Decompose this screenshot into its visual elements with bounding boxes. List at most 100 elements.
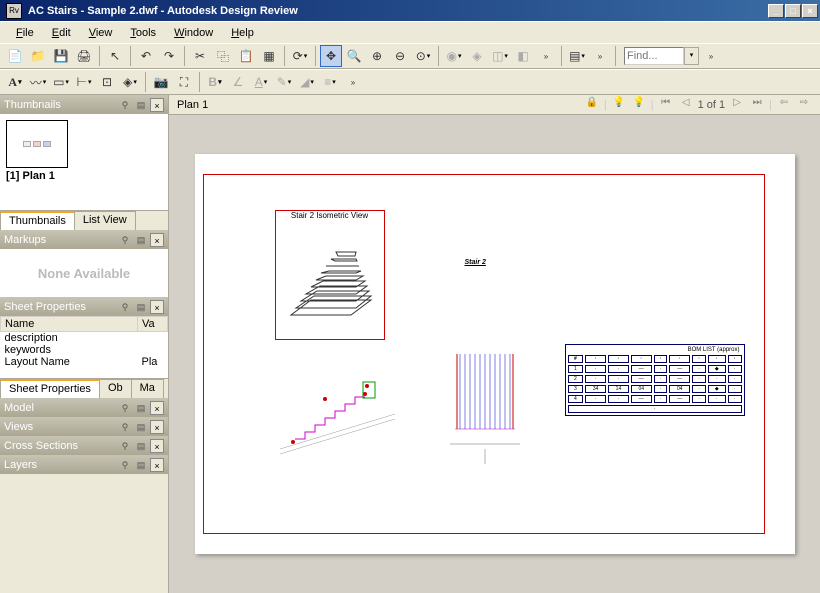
bulb2-icon[interactable]: 💡: [631, 97, 647, 113]
save-button[interactable]: 💾: [50, 45, 72, 67]
lock-icon[interactable]: 🔒: [584, 97, 600, 113]
overflow-1[interactable]: »: [535, 45, 557, 67]
menu-tools[interactable]: Tools: [122, 25, 164, 41]
find-input[interactable]: [624, 47, 684, 65]
prev-page-button[interactable]: ◁: [678, 97, 694, 113]
symbol-tool[interactable]: ◈: [119, 71, 141, 93]
undo-button[interactable]: ↶: [135, 45, 157, 67]
tab-markup[interactable]: Ma: [131, 379, 164, 398]
panel-menu-icon[interactable]: ▤: [134, 458, 148, 472]
panel-close-icon[interactable]: ×: [150, 401, 164, 415]
pan-button[interactable]: ✥: [320, 45, 342, 67]
panel-menu-icon[interactable]: ▤: [134, 98, 148, 112]
panel-close-icon[interactable]: ×: [150, 98, 164, 112]
panel-pin-icon[interactable]: ⚲: [118, 98, 132, 112]
panel-pin-icon[interactable]: ⚲: [118, 401, 132, 415]
panel-pin-icon[interactable]: ⚲: [118, 233, 132, 247]
select-button[interactable]: ↖: [104, 45, 126, 67]
model-header[interactable]: Model ⚲ ▤ ×: [0, 398, 168, 417]
fill-color-button[interactable]: ◢: [296, 71, 318, 93]
shape-tool[interactable]: ▭: [50, 71, 72, 93]
copy-button[interactable]: ⿻: [212, 45, 234, 67]
bold-button[interactable]: B: [204, 71, 226, 93]
drawing-canvas[interactable]: Stair 2 Isometric View: [169, 115, 820, 593]
3d-button[interactable]: ◈: [466, 45, 488, 67]
open-button[interactable]: 📁: [27, 45, 49, 67]
sheet-props-header: Sheet Properties ⚲ ▤ ×: [0, 297, 168, 316]
sheet-props-body: NameVa description keywords Layout NameP…: [0, 316, 168, 378]
cut-button[interactable]: ✂: [189, 45, 211, 67]
view-button[interactable]: ◫: [489, 45, 511, 67]
col-value[interactable]: Va: [138, 317, 168, 332]
tab-sheet-properties[interactable]: Sheet Properties: [0, 379, 100, 398]
grid-button[interactable]: ▦: [258, 45, 280, 67]
panel-menu-icon[interactable]: ▤: [134, 300, 148, 314]
maximize-button[interactable]: □: [785, 4, 801, 18]
panel-menu-icon[interactable]: ▤: [134, 420, 148, 434]
font-color-button[interactable]: A: [250, 71, 272, 93]
zoom-in-button[interactable]: ⊕: [366, 45, 388, 67]
orbit-button[interactable]: ◉: [443, 45, 465, 67]
panel-menu-icon[interactable]: ▤: [134, 401, 148, 415]
overflow-4[interactable]: »: [342, 71, 364, 93]
first-page-button[interactable]: ⏮: [658, 97, 674, 113]
lineweight-button[interactable]: ≡: [319, 71, 341, 93]
toolbar-2: A 〰 ▭ ⊢ ⊡ ◈ 📷 ⛶ B ∠ A ✎ ◢ ≡ »: [0, 69, 820, 95]
palette-button[interactable]: ▤: [566, 45, 588, 67]
zoom-window-button[interactable]: 🔍: [343, 45, 365, 67]
find-dropdown[interactable]: ▾: [684, 47, 699, 65]
forward-button[interactable]: ⇨: [796, 97, 812, 113]
zoom-out-button[interactable]: ⊖: [389, 45, 411, 67]
views-header[interactable]: Views ⚲ ▤ ×: [0, 417, 168, 436]
last-page-button[interactable]: ⏭: [749, 97, 765, 113]
new-button[interactable]: 📄: [4, 45, 26, 67]
panel-pin-icon[interactable]: ⚲: [118, 420, 132, 434]
dimension-tool[interactable]: ⊢: [73, 71, 95, 93]
print-button[interactable]: 🖨: [73, 45, 95, 67]
panel-pin-icon[interactable]: ⚲: [118, 439, 132, 453]
menu-edit[interactable]: Edit: [44, 25, 79, 41]
panel-close-icon[interactable]: ×: [150, 420, 164, 434]
panel-close-icon[interactable]: ×: [150, 300, 164, 314]
freehand-tool[interactable]: 〰: [27, 71, 49, 93]
redo-button[interactable]: ↷: [158, 45, 180, 67]
panel-menu-icon[interactable]: ▤: [134, 439, 148, 453]
panel-close-icon[interactable]: ×: [150, 439, 164, 453]
zoom-extents-button[interactable]: ⊙: [412, 45, 434, 67]
snapshot-tool[interactable]: 📷: [150, 71, 172, 93]
next-page-button[interactable]: ▷: [729, 97, 745, 113]
tab-thumbnails[interactable]: Thumbnails: [0, 211, 75, 230]
refresh-button[interactable]: ⟳: [289, 45, 311, 67]
close-button[interactable]: ×: [802, 4, 818, 18]
region-tool[interactable]: ⛶: [173, 71, 195, 93]
bom-title: BOM LIST (approx): [688, 347, 740, 353]
text-tool[interactable]: A: [4, 71, 26, 93]
paste-button[interactable]: 📋: [235, 45, 257, 67]
cross-sections-header[interactable]: Cross Sections ⚲ ▤ ×: [0, 436, 168, 455]
tab-list-view[interactable]: List View: [74, 211, 136, 230]
minimize-button[interactable]: _: [768, 4, 784, 18]
panel-pin-icon[interactable]: ⚲: [118, 300, 132, 314]
panel-pin-icon[interactable]: ⚲: [118, 458, 132, 472]
angle-button[interactable]: ∠: [227, 71, 249, 93]
overflow-3[interactable]: »: [700, 45, 722, 67]
menu-window[interactable]: Window: [166, 25, 221, 41]
stair-plan-icon: [275, 364, 405, 464]
menu-view[interactable]: View: [81, 25, 121, 41]
col-name[interactable]: Name: [1, 317, 138, 332]
overflow-2[interactable]: »: [589, 45, 611, 67]
section-button[interactable]: ◧: [512, 45, 534, 67]
bulb-icon[interactable]: 💡: [611, 97, 627, 113]
menu-help[interactable]: Help: [223, 25, 262, 41]
stamp-tool[interactable]: ⊡: [96, 71, 118, 93]
sheet-title: Plan 1: [177, 99, 584, 111]
line-color-button[interactable]: ✎: [273, 71, 295, 93]
panel-close-icon[interactable]: ×: [150, 233, 164, 247]
layers-header[interactable]: Layers ⚲ ▤ ×: [0, 455, 168, 474]
thumbnail-item[interactable]: [6, 120, 68, 168]
panel-menu-icon[interactable]: ▤: [134, 233, 148, 247]
back-button[interactable]: ⇦: [776, 97, 792, 113]
menu-file[interactable]: File: [8, 25, 42, 41]
panel-close-icon[interactable]: ×: [150, 458, 164, 472]
tab-object[interactable]: Ob: [99, 379, 132, 398]
